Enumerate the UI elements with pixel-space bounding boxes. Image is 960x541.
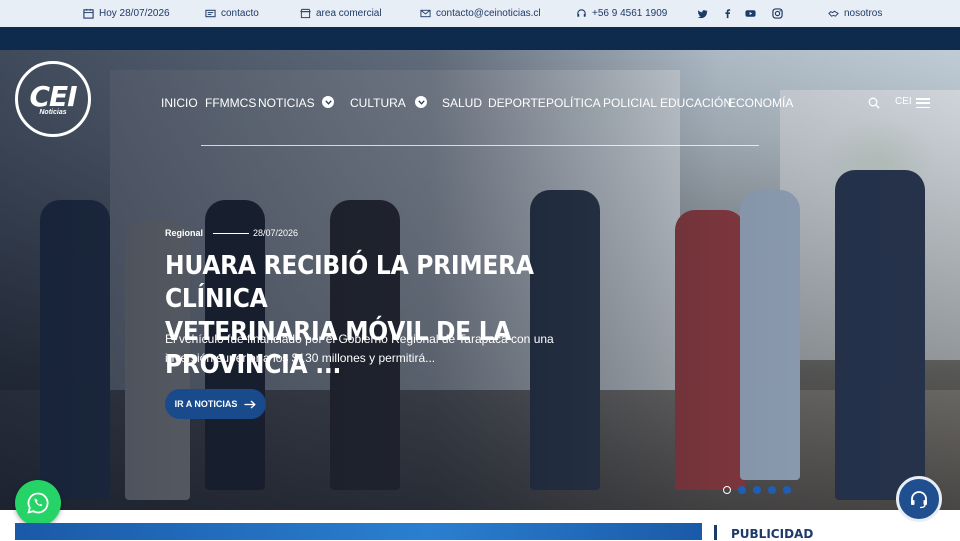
- twitter-icon: [697, 10, 708, 19]
- nav-item-noticias[interactable]: NOTICIAS: [258, 95, 315, 111]
- email-label[interactable]: contacto@ceinoticias.cl: [436, 8, 541, 19]
- phone-label[interactable]: +56 9 4561 1909: [592, 8, 667, 19]
- nav-item-politica[interactable]: POLÍTICA: [546, 95, 601, 111]
- nav-item-inicio[interactable]: INICIO: [161, 95, 198, 111]
- nav-item-salud[interactable]: SALUD: [442, 95, 482, 111]
- youtube-link[interactable]: [745, 0, 756, 27]
- instagram-icon: [772, 8, 783, 19]
- whatsapp-button[interactable]: [15, 480, 61, 526]
- site-logo[interactable]: CEI Noticias: [15, 61, 91, 137]
- nav-item-ffmmcs[interactable]: FFMMCS: [205, 95, 256, 111]
- facebook-icon: [725, 9, 731, 19]
- id-card-icon: [205, 9, 216, 18]
- nav-item-economia[interactable]: ECONOMÍA: [728, 95, 793, 111]
- ad-banner[interactable]: [15, 523, 702, 540]
- nav-item-deporte[interactable]: DEPORTE: [488, 95, 546, 111]
- facebook-link[interactable]: [722, 0, 733, 27]
- headline-line-1[interactable]: HUARA RECIBIÓ LA PRIMERA CLÍNICA: [165, 250, 633, 316]
- contact-link[interactable]: contacto: [205, 0, 259, 27]
- contact-label[interactable]: contacto: [221, 8, 259, 19]
- nav-item-policial[interactable]: POLICIAL: [603, 95, 657, 111]
- support-chat-button[interactable]: [896, 476, 942, 522]
- whatsapp-icon: [27, 492, 49, 514]
- headset-icon: [911, 491, 927, 509]
- phone-link[interactable]: +56 9 4561 1909: [576, 0, 667, 27]
- slider-pagination: [723, 486, 791, 494]
- date-text: Hoy 28/07/2026: [99, 8, 170, 19]
- cei-menu-label[interactable]: CEI: [895, 96, 912, 107]
- go-to-news-label: IR A NOTICIAS: [174, 399, 238, 409]
- slider-dot[interactable]: [723, 486, 731, 494]
- slider-dot[interactable]: [768, 486, 776, 494]
- header-strip: [0, 27, 960, 50]
- slider-dot[interactable]: [738, 486, 746, 494]
- chevron-down-icon[interactable]: [322, 96, 334, 108]
- search-icon[interactable]: [868, 97, 880, 109]
- twitter-link[interactable]: [697, 0, 708, 27]
- date-item: Hoy 28/07/2026: [83, 0, 170, 27]
- commercial-link[interactable]: area comercial: [300, 0, 382, 27]
- commercial-label[interactable]: area comercial: [316, 8, 382, 19]
- article-excerpt: El vehículo fue financiado por el Gobier…: [165, 332, 554, 365]
- advertising-heading: PUBLICIDAD: [731, 527, 814, 541]
- nav-item-educacion[interactable]: EDUCACIÓN: [660, 95, 732, 111]
- go-to-news-button[interactable]: IR A NOTICIAS: [165, 389, 266, 419]
- section-marker: [714, 525, 717, 540]
- handshake-icon: [828, 10, 839, 17]
- youtube-icon: [745, 10, 756, 17]
- nav-divider: [201, 145, 759, 146]
- arrow-right-icon: [244, 400, 257, 408]
- about-label[interactable]: nosotros: [844, 8, 882, 19]
- calendar-icon: [83, 8, 94, 19]
- email-link[interactable]: contacto@ceinoticias.cl: [420, 0, 541, 27]
- instagram-link[interactable]: [772, 0, 783, 27]
- about-link[interactable]: nosotros: [828, 0, 882, 27]
- article-date: 28/07/2026: [253, 228, 299, 238]
- logo-text: CEI: [29, 79, 77, 113]
- nav-item-cultura[interactable]: CULTURA: [350, 95, 406, 111]
- logo-subtext: Noticias: [39, 108, 67, 116]
- headset-icon: [577, 9, 586, 17]
- chevron-down-icon[interactable]: [415, 96, 427, 108]
- store-icon: [300, 8, 311, 19]
- slider-dot[interactable]: [753, 486, 761, 494]
- article-category[interactable]: Regional: [165, 228, 203, 238]
- mail-icon: [420, 9, 431, 18]
- top-info-bar: Hoy 28/07/2026 contacto area comercial c…: [0, 0, 960, 27]
- hamburger-menu-icon[interactable]: [916, 98, 930, 108]
- category-divider: [213, 233, 249, 234]
- slider-dot[interactable]: [783, 486, 791, 494]
